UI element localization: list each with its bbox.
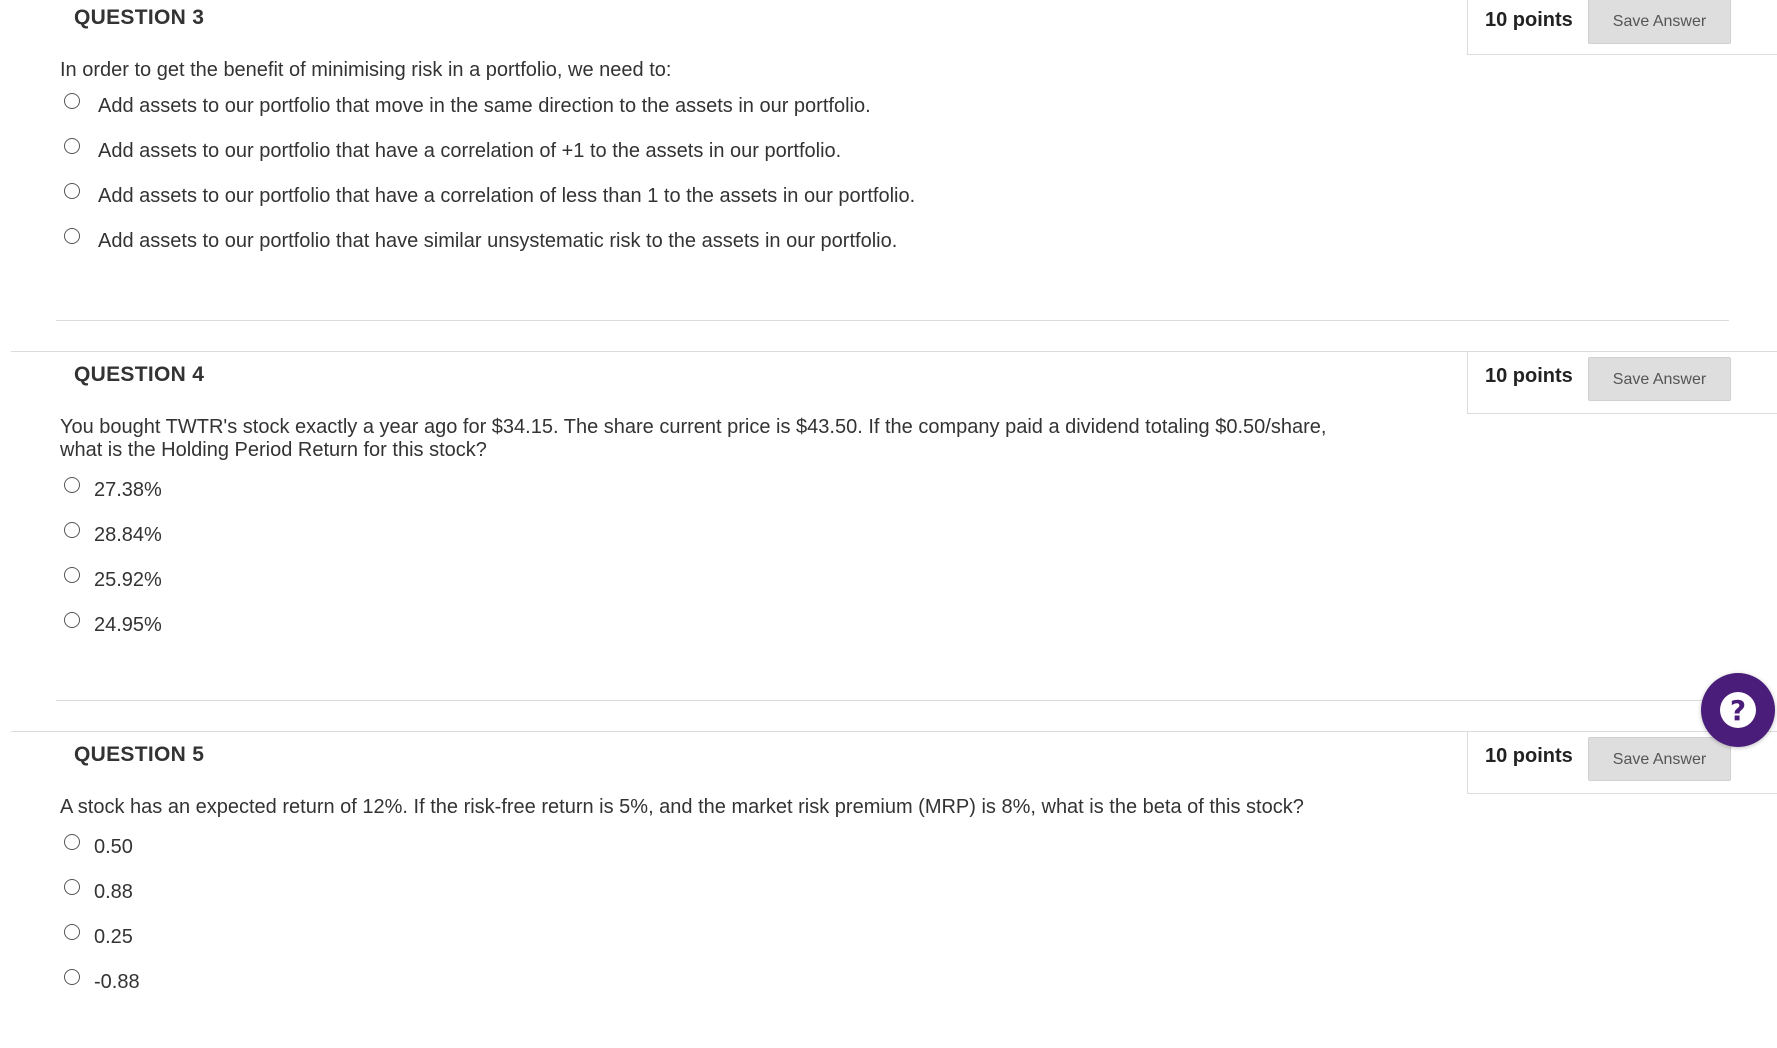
points-label: 10 points xyxy=(1485,745,1573,767)
radio-button[interactable] xyxy=(64,183,80,199)
radio-button[interactable] xyxy=(64,879,80,895)
question-text-line: You bought TWTR's stock exactly a year a… xyxy=(60,416,1327,438)
answer-choice[interactable]: 25.92% xyxy=(64,565,162,595)
choice-label: 25.92% xyxy=(94,568,162,591)
choice-label: Add assets to our portfolio that have si… xyxy=(98,229,898,252)
question-mark-icon: ? xyxy=(1720,692,1756,728)
points-panel: 10 points Save Answer xyxy=(1467,351,1777,414)
choice-label: Add assets to our portfolio that move in… xyxy=(98,94,871,117)
divider xyxy=(56,320,1729,321)
answer-choice[interactable]: Add assets to our portfolio that move in… xyxy=(64,91,871,121)
help-button[interactable]: ? xyxy=(1701,673,1775,747)
radio-button[interactable] xyxy=(64,924,80,940)
points-panel: 10 points Save Answer xyxy=(1467,0,1777,55)
answer-choice[interactable]: 0.50 xyxy=(64,832,133,862)
question-title: QUESTION 3 xyxy=(74,6,205,29)
radio-button[interactable] xyxy=(64,612,80,628)
points-label: 10 points xyxy=(1485,9,1573,31)
question-text: In order to get the benefit of minimisin… xyxy=(60,59,672,81)
answer-choice[interactable]: 28.84% xyxy=(64,520,162,550)
radio-button[interactable] xyxy=(64,138,80,154)
radio-button[interactable] xyxy=(64,567,80,583)
points-label: 10 points xyxy=(1485,365,1573,387)
question-text: A stock has an expected return of 12%. I… xyxy=(60,796,1304,818)
radio-button[interactable] xyxy=(64,93,80,109)
question-text-line: what is the Holding Period Return for th… xyxy=(60,439,487,461)
answer-choice[interactable]: 27.38% xyxy=(64,475,162,505)
answer-choice[interactable]: 0.25 xyxy=(64,922,133,952)
answer-choice[interactable]: Add assets to our portfolio that have si… xyxy=(64,226,897,256)
choice-label: Add assets to our portfolio that have a … xyxy=(98,139,842,162)
choice-label: 27.38% xyxy=(94,478,162,501)
radio-button[interactable] xyxy=(64,477,80,493)
save-answer-button[interactable]: Save Answer xyxy=(1588,737,1731,781)
choice-label: 28.84% xyxy=(94,523,162,546)
divider xyxy=(56,700,1729,701)
radio-button[interactable] xyxy=(64,834,80,850)
answer-choice[interactable]: -0.88 xyxy=(64,967,140,997)
question-title: QUESTION 4 xyxy=(74,363,205,386)
answer-choice[interactable]: Add assets to our portfolio that have a … xyxy=(64,181,915,211)
answer-choice[interactable]: Add assets to our portfolio that have a … xyxy=(64,136,841,166)
answer-choice[interactable]: 0.88 xyxy=(64,877,133,907)
choice-label: 0.50 xyxy=(94,835,133,858)
choice-label: 0.25 xyxy=(94,925,133,948)
save-answer-button[interactable]: Save Answer xyxy=(1588,357,1731,401)
answer-choice[interactable]: 24.95% xyxy=(64,610,162,640)
choice-label: 0.88 xyxy=(94,880,133,903)
quiz-page: QUESTION 3 10 points Save Answer In orde… xyxy=(0,0,1777,1048)
question-text: You bought TWTR's stock exactly a year a… xyxy=(60,416,1380,462)
radio-button[interactable] xyxy=(64,969,80,985)
question-title: QUESTION 5 xyxy=(74,743,205,766)
choice-label: Add assets to our portfolio that have a … xyxy=(98,184,916,207)
radio-button[interactable] xyxy=(64,228,80,244)
radio-button[interactable] xyxy=(64,522,80,538)
save-answer-button[interactable]: Save Answer xyxy=(1588,0,1731,44)
choice-label: -0.88 xyxy=(94,970,140,993)
choice-label: 24.95% xyxy=(94,613,162,636)
